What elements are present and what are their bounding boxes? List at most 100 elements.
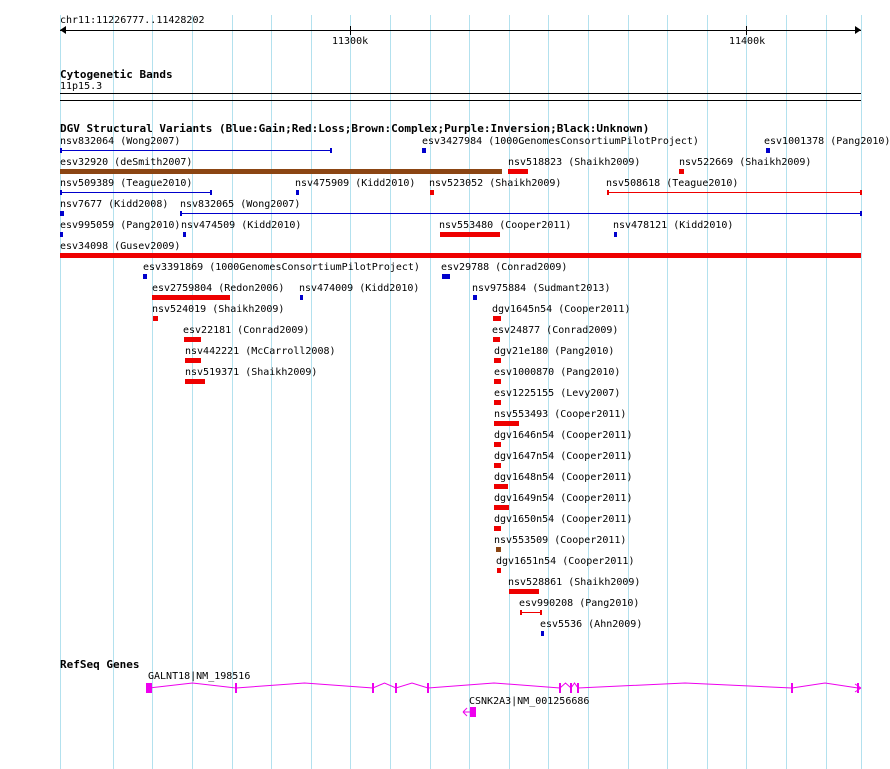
sv-feature-label[interactable]: esv24877 (Conrad2009) bbox=[492, 325, 618, 337]
sv-feature-bar[interactable] bbox=[180, 213, 861, 214]
sv-feature-bar[interactable] bbox=[494, 442, 501, 447]
sv-feature-label[interactable]: nsv442221 (McCarroll2008) bbox=[185, 346, 336, 358]
sv-feature-label[interactable]: esv990208 (Pang2010) bbox=[519, 598, 639, 610]
sv-feature-start-tick bbox=[607, 190, 609, 195]
sv-feature-label[interactable]: nsv832064 (Wong2007) bbox=[60, 136, 180, 148]
sv-feature-bar[interactable] bbox=[60, 232, 63, 237]
ruler-tick-11400k bbox=[746, 26, 747, 35]
sv-feature-bar[interactable] bbox=[541, 631, 544, 636]
gene-galnt18[interactable] bbox=[0, 676, 890, 700]
sv-feature-end-tick bbox=[860, 190, 862, 195]
sv-feature-bar[interactable] bbox=[494, 421, 519, 426]
sv-feature-label[interactable]: esv22181 (Conrad2009) bbox=[183, 325, 309, 337]
sv-feature-bar[interactable] bbox=[300, 295, 303, 300]
sv-feature-bar[interactable] bbox=[494, 379, 501, 384]
sv-feature-label[interactable]: nsv508618 (Teague2010) bbox=[606, 178, 738, 190]
sv-feature-bar[interactable] bbox=[494, 358, 501, 363]
sv-feature-bar[interactable] bbox=[60, 150, 331, 151]
sv-feature-label[interactable]: nsv509389 (Teague2010) bbox=[60, 178, 192, 190]
sv-feature-label[interactable]: esv995059 (Pang2010) bbox=[60, 220, 180, 232]
sv-feature-label[interactable]: esv3391869 (1000GenomesConsortiumPilotPr… bbox=[143, 262, 420, 274]
sv-feature-bar[interactable] bbox=[185, 379, 205, 384]
sv-feature-bar[interactable] bbox=[607, 192, 861, 193]
sv-feature-bar[interactable] bbox=[494, 463, 501, 468]
sv-feature-bar[interactable] bbox=[183, 232, 186, 237]
sv-feature-label[interactable]: nsv475909 (Kidd2010) bbox=[295, 178, 415, 190]
sv-feature-label[interactable]: esv1225155 (Levy2007) bbox=[494, 388, 620, 400]
ruler-right-arrow bbox=[855, 26, 861, 34]
sv-feature-label[interactable]: esv34098 (Gusev2009) bbox=[60, 241, 180, 253]
sv-feature-bar[interactable] bbox=[152, 295, 230, 300]
sv-feature-bar[interactable] bbox=[496, 547, 501, 552]
ruler-axis bbox=[60, 30, 861, 31]
sv-feature-label[interactable]: nsv524019 (Shaikh2009) bbox=[152, 304, 284, 316]
sv-feature-label[interactable]: nsv553509 (Cooper2011) bbox=[494, 535, 626, 547]
sv-feature-bar[interactable] bbox=[508, 169, 528, 174]
sv-feature-label[interactable]: nsv474509 (Kidd2010) bbox=[181, 220, 301, 232]
sv-feature-label[interactable]: nsv832065 (Wong2007) bbox=[180, 199, 300, 211]
sv-feature-bar[interactable] bbox=[430, 190, 434, 195]
ruler-tick-label: 11400k bbox=[729, 36, 766, 47]
sv-feature-label[interactable]: esv32920 (deSmith2007) bbox=[60, 157, 192, 169]
sv-feature-bar[interactable] bbox=[614, 232, 617, 237]
sv-feature-label[interactable]: nsv518823 (Shaikh2009) bbox=[508, 157, 640, 169]
sv-feature-bar[interactable] bbox=[60, 169, 502, 174]
sv-feature-bar[interactable] bbox=[494, 484, 508, 489]
sv-feature-start-tick bbox=[520, 610, 522, 615]
gene-csnk2a3[interactable] bbox=[455, 704, 485, 720]
sv-feature-bar[interactable] bbox=[184, 337, 201, 342]
sv-feature-label[interactable]: dgv1648n54 (Cooper2011) bbox=[494, 472, 632, 484]
sv-feature-bar[interactable] bbox=[473, 295, 477, 300]
sv-feature-label[interactable]: dgv1646n54 (Cooper2011) bbox=[494, 430, 632, 442]
sv-feature-bar[interactable] bbox=[679, 169, 684, 174]
sv-feature-label[interactable]: esv2759804 (Redon2006) bbox=[152, 283, 284, 295]
cytoband-bar-top bbox=[60, 93, 861, 94]
sv-feature-bar[interactable] bbox=[60, 211, 64, 216]
sv-feature-bar[interactable] bbox=[494, 505, 509, 510]
sv-feature-label[interactable]: nsv553480 (Cooper2011) bbox=[439, 220, 571, 232]
sv-feature-bar[interactable] bbox=[493, 316, 501, 321]
sv-feature-label[interactable]: esv29788 (Conrad2009) bbox=[441, 262, 567, 274]
sv-feature-bar[interactable] bbox=[143, 274, 147, 279]
sv-feature-bar[interactable] bbox=[509, 589, 539, 594]
sv-feature-bar[interactable] bbox=[766, 148, 770, 153]
sv-feature-label[interactable]: nsv519371 (Shaikh2009) bbox=[185, 367, 317, 379]
sv-feature-start-tick bbox=[60, 148, 62, 153]
sv-feature-label[interactable]: nsv474009 (Kidd2010) bbox=[299, 283, 419, 295]
grid-line bbox=[786, 15, 787, 769]
gene-exon bbox=[427, 683, 429, 693]
sv-feature-label[interactable]: esv1001378 (Pang2010) bbox=[764, 136, 890, 148]
sv-feature-bar[interactable] bbox=[60, 192, 211, 193]
sv-feature-label[interactable]: nsv523052 (Shaikh2009) bbox=[429, 178, 561, 190]
sv-feature-bar[interactable] bbox=[422, 148, 426, 153]
sv-feature-bar[interactable] bbox=[493, 337, 500, 342]
sv-feature-bar[interactable] bbox=[494, 526, 501, 531]
sv-feature-bar[interactable] bbox=[185, 358, 201, 363]
sv-feature-bar[interactable] bbox=[494, 400, 501, 405]
sv-feature-bar[interactable] bbox=[520, 612, 541, 613]
sv-feature-label[interactable]: nsv528861 (Shaikh2009) bbox=[508, 577, 640, 589]
sv-feature-label[interactable]: nsv522669 (Shaikh2009) bbox=[679, 157, 811, 169]
sv-feature-bar[interactable] bbox=[153, 316, 158, 321]
sv-feature-label[interactable]: esv5536 (Ahn2009) bbox=[540, 619, 642, 631]
gene-exon bbox=[395, 683, 397, 693]
grid-line bbox=[707, 15, 708, 769]
sv-feature-label[interactable]: dgv1645n54 (Cooper2011) bbox=[492, 304, 630, 316]
sv-feature-label[interactable]: nsv553493 (Cooper2011) bbox=[494, 409, 626, 421]
sv-feature-label[interactable]: dgv1651n54 (Cooper2011) bbox=[496, 556, 634, 568]
sv-feature-bar[interactable] bbox=[60, 253, 861, 258]
sv-feature-bar[interactable] bbox=[440, 232, 500, 237]
sv-feature-label[interactable]: nsv975884 (Sudmant2013) bbox=[472, 283, 610, 295]
sv-feature-bar[interactable] bbox=[497, 568, 501, 573]
sv-feature-label[interactable]: dgv21e180 (Pang2010) bbox=[494, 346, 614, 358]
sv-feature-bar[interactable] bbox=[442, 274, 450, 279]
sv-feature-label[interactable]: nsv478121 (Kidd2010) bbox=[613, 220, 733, 232]
gene-label[interactable]: CSNK2A3|NM_001256686 bbox=[469, 696, 589, 708]
sv-feature-bar[interactable] bbox=[296, 190, 299, 195]
sv-feature-label[interactable]: esv3427984 (1000GenomesConsortiumPilotPr… bbox=[422, 136, 699, 148]
sv-feature-label[interactable]: dgv1647n54 (Cooper2011) bbox=[494, 451, 632, 463]
sv-feature-label[interactable]: esv1000870 (Pang2010) bbox=[494, 367, 620, 379]
sv-feature-label[interactable]: nsv7677 (Kidd2008) bbox=[60, 199, 168, 211]
sv-feature-label[interactable]: dgv1650n54 (Cooper2011) bbox=[494, 514, 632, 526]
sv-feature-label[interactable]: dgv1649n54 (Cooper2011) bbox=[494, 493, 632, 505]
